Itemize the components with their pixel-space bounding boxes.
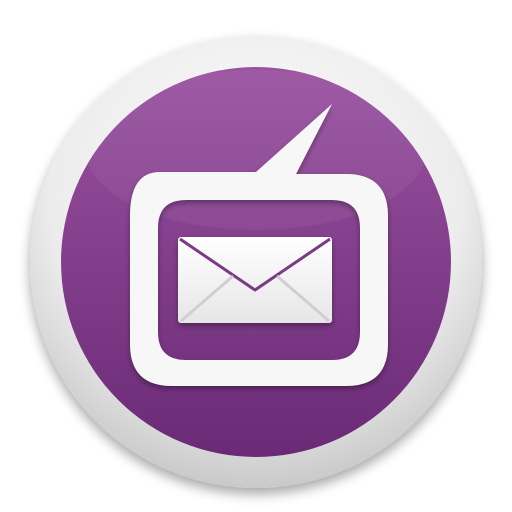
message-mail-icon[interactable] xyxy=(0,0,512,512)
app-icon-stage xyxy=(0,0,512,512)
envelope-icon xyxy=(178,237,332,323)
envelope-body xyxy=(178,237,332,323)
